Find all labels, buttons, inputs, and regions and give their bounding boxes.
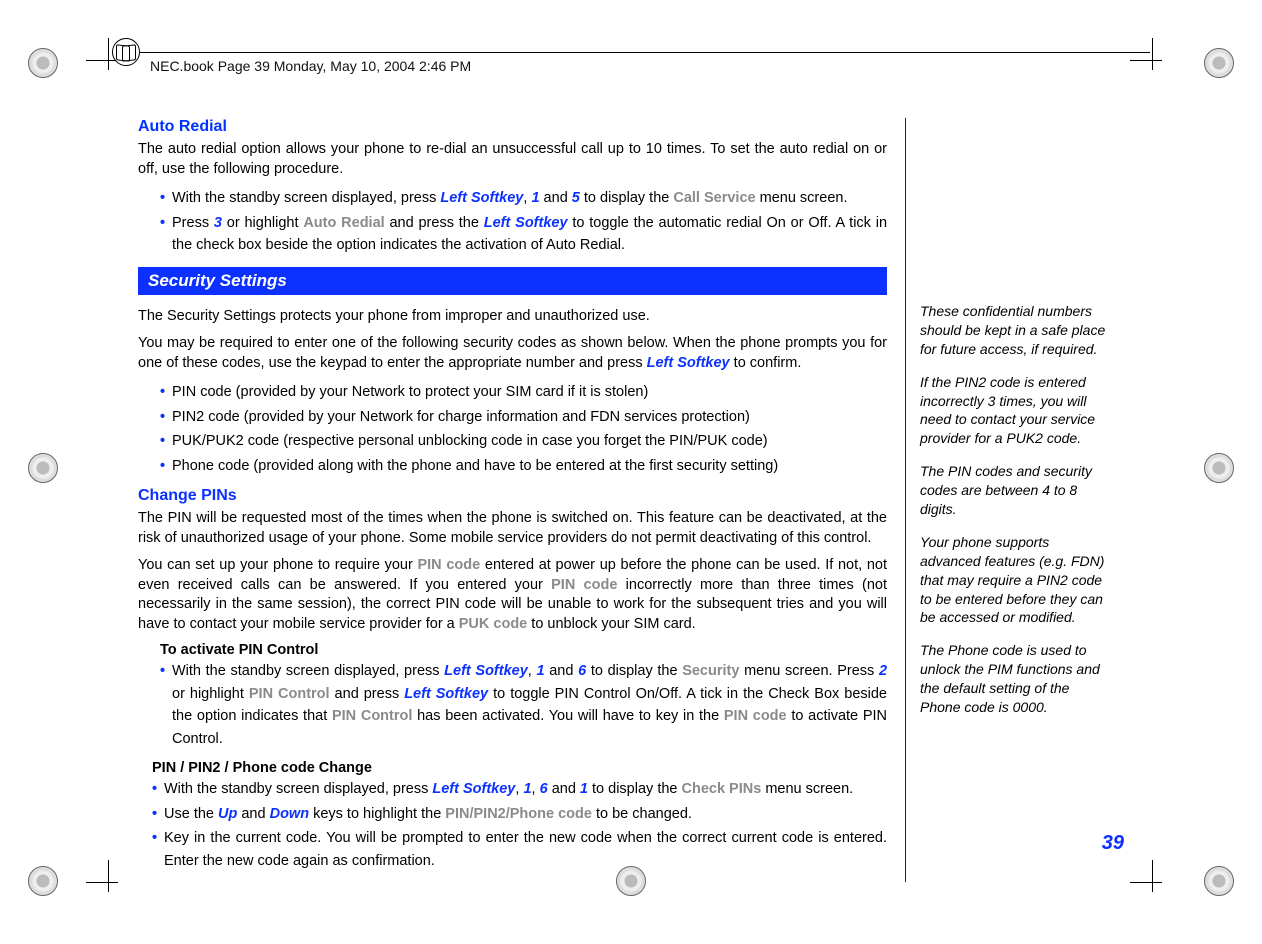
list-item: Key in the current code. You will be pro… [152,827,887,872]
text: and [548,781,580,797]
text: menu screen. [761,781,853,797]
print-registration-ring [1204,866,1234,896]
heading-change-pins: Change PINs [138,487,887,505]
menu-name: PIN Control [249,686,330,702]
change-pins-p1: The PIN will be requested most of the ti… [138,509,887,548]
print-registration-ring [28,453,58,483]
text: to unblock your SIM card. [527,616,695,632]
subhead-pin-change: PIN / PIN2 / Phone code Change [152,760,887,776]
text: or highlight [222,215,303,231]
auto-redial-steps: With the standby screen displayed, press… [160,187,887,256]
text: has been activated. You will have to key… [412,708,723,724]
security-intro-1: The Security Settings protects your phon… [138,307,887,327]
list-item: With the standby screen displayed, press… [160,660,887,750]
text: to display the [588,781,682,797]
softkey-ref: Left Softkey [444,663,528,679]
key-ref: 1 [523,781,531,797]
print-registration-ring [28,48,58,78]
crop-mark [1130,860,1176,906]
list-item: Phone code (provided along with the phon… [160,455,887,477]
code-name: PUK code [459,616,528,632]
text: to be changed. [592,806,692,822]
softkey-ref: Left Softkey [440,190,523,206]
text: and [545,663,579,679]
text: and press the [385,215,484,231]
key-ref: Down [270,806,309,822]
text: menu screen. Press [739,663,879,679]
running-head-text: NEC.book Page 39 Monday, May 10, 2004 2:… [150,58,471,74]
crop-mark [86,860,132,906]
text: keys to highlight the [309,806,445,822]
key-ref: 1 [531,190,539,206]
page-number: 39 [1102,832,1124,855]
text: Press [172,215,214,231]
text: With the standby screen displayed, press [172,190,440,206]
list-item: Use the Up and Down keys to highlight th… [152,803,887,825]
code-name: PIN code [551,577,617,593]
text: to display the [586,663,682,679]
side-note: These confidential numbers should be kep… [920,302,1106,359]
list-item: PIN2 code (provided by your Network for … [160,406,887,428]
key-ref: 6 [578,663,586,679]
list-item: PIN code (provided by your Network to pr… [160,381,887,403]
subhead-activate-pin: To activate PIN Control [160,642,887,658]
print-registration-ring [1204,48,1234,78]
menu-name: PIN Control [332,708,412,724]
text: You can set up your phone to require you… [138,557,417,573]
text: With the standby screen displayed, press [164,781,432,797]
key-ref: 2 [879,663,887,679]
menu-name: Call Service [673,190,755,206]
code-name: PIN/PIN2/Phone code [445,806,592,822]
security-intro-2: You may be required to enter one of the … [138,334,887,373]
text: to display the [580,190,674,206]
side-note: Your phone supports advanced features (e… [920,533,1106,627]
main-column: Auto Redial The auto redial option allow… [138,118,906,882]
text: and press [330,686,405,702]
list-item: With the standby screen displayed, press… [152,778,887,800]
side-note: The PIN codes and security codes are bet… [920,462,1106,519]
code-name: PIN code [417,557,480,573]
change-pins-p2: You can set up your phone to require you… [138,556,887,634]
section-bar-security: Security Settings [138,267,887,295]
softkey-ref: Left Softkey [404,686,488,702]
heading-auto-redial: Auto Redial [138,118,887,136]
side-notes-column: These confidential numbers should be kep… [906,118,1106,731]
key-ref: Up [218,806,237,822]
security-code-list: PIN code (provided by your Network to pr… [160,381,887,477]
print-registration-ring [1204,453,1234,483]
text: and [540,190,572,206]
key-ref: 1 [580,781,588,797]
pin-change-steps: With the standby screen displayed, press… [152,778,887,872]
menu-name: Auto Redial [303,215,384,231]
text: , [532,781,540,797]
text: With the standby screen displayed, press [172,663,444,679]
text: and [237,806,269,822]
book-icon [112,38,140,66]
key-ref: 5 [572,190,580,206]
activate-pin-steps: With the standby screen displayed, press… [160,660,887,750]
softkey-ref: Left Softkey [484,215,568,231]
text: or highlight [172,686,249,702]
key-ref: 3 [214,215,222,231]
list-item: With the standby screen displayed, press… [160,187,887,209]
page-content: Auto Redial The auto redial option allow… [138,118,1126,882]
side-note: If the PIN2 code is entered incorrectly … [920,373,1106,449]
menu-name: Security [682,663,739,679]
auto-redial-intro: The auto redial option allows your phone… [138,140,887,179]
side-note: The Phone code is used to unlock the PIM… [920,641,1106,717]
list-item: Press 3 or highlight Auto Redial and pre… [160,212,887,257]
text: to confirm. [730,355,802,371]
print-registration-ring [28,866,58,896]
text: Use the [164,806,218,822]
softkey-ref: Left Softkey [647,355,730,371]
text: menu screen. [756,190,848,206]
code-name: PIN code [724,708,787,724]
key-ref: 1 [536,663,544,679]
key-ref: 6 [540,781,548,797]
list-item: PUK/PUK2 code (respective personal unblo… [160,430,887,452]
softkey-ref: Left Softkey [432,781,515,797]
menu-name: Check PINs [682,781,762,797]
